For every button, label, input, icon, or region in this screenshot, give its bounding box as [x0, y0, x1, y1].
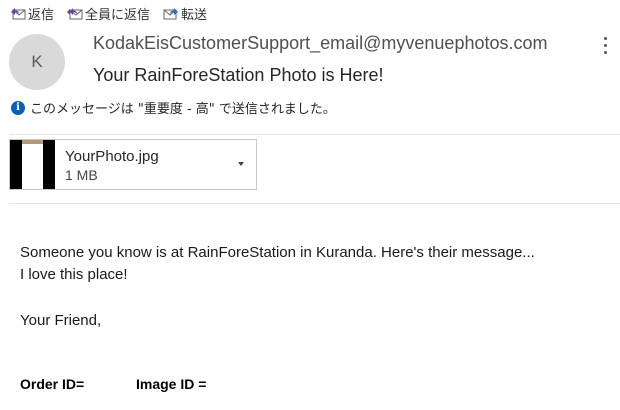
- sender-address[interactable]: KodakEisCustomerSupport_email@myvenuepho…: [93, 33, 548, 54]
- attachment-divider: [9, 203, 620, 204]
- body-signoff: Your Friend,: [20, 312, 102, 329]
- reply-button[interactable]: 返信: [10, 4, 54, 23]
- more-options-icon[interactable]: [604, 37, 608, 54]
- header-divider: [9, 134, 620, 135]
- forward-label: 転送: [181, 7, 208, 23]
- info-icon: i: [11, 100, 25, 115]
- forward-button[interactable]: 転送: [163, 4, 207, 23]
- image-id-label: Image ID =: [136, 376, 207, 392]
- importance-notice: i このメッセージは "重要度 - 高" で送信されました。: [11, 98, 336, 117]
- reply-all-button[interactable]: 全員に返信: [67, 4, 150, 23]
- order-id-label: Order ID=: [20, 376, 85, 392]
- importance-notice-text: このメッセージは "重要度 - 高" で送信されました。: [30, 102, 336, 117]
- reply-label: 返信: [28, 7, 55, 23]
- avatar-initial: K: [31, 52, 43, 71]
- sender-avatar[interactable]: K: [9, 34, 65, 90]
- reply-icon: [11, 8, 26, 20]
- attachment-card[interactable]: YourPhoto.jpg 1 MB: [9, 139, 257, 190]
- id-line: Order ID= Image ID =: [20, 376, 206, 392]
- email-subject: Your RainForeStation Photo is Here!: [93, 65, 384, 85]
- attachment-file-name: YourPhoto.jpg: [65, 148, 159, 165]
- message-toolbar: 返信 全員に返信 転送: [10, 4, 220, 23]
- forward-icon: [163, 8, 179, 20]
- reply-all-label: 全員に返信: [85, 7, 151, 23]
- body-line-1: Someone you know is at RainForeStation i…: [20, 244, 535, 261]
- attachment-file-size: 1 MB: [65, 167, 98, 183]
- body-line-2: I love this place!: [20, 266, 128, 283]
- reply-all-icon: [67, 8, 83, 20]
- attachment-thumbnail: [10, 140, 55, 189]
- chevron-down-icon[interactable]: [238, 162, 244, 166]
